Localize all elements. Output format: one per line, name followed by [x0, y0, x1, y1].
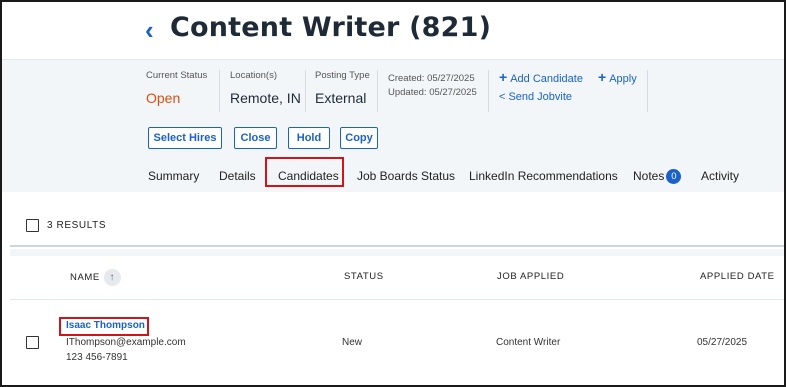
meta-divider — [305, 70, 306, 112]
meta-divider — [377, 70, 378, 112]
column-header-status[interactable]: STATUS — [344, 271, 384, 282]
page-title: Content Writer (821) — [170, 12, 492, 43]
column-header-applied-date[interactable]: APPLIED DATE — [700, 271, 775, 282]
plus-icon: + — [598, 69, 607, 85]
row-checkbox[interactable] — [26, 336, 39, 349]
created-date: Created: 05/27/2025 — [388, 73, 475, 84]
section-gap — [10, 249, 784, 256]
dates-block: Created: 05/27/2025 Updated: 05/27/2025 — [388, 72, 477, 100]
tab-job-boards-status[interactable]: Job Boards Status — [357, 169, 455, 183]
select-hires-button[interactable]: Select Hires — [148, 127, 222, 149]
location: Location(s) Remote, IN — [230, 70, 301, 106]
notes-count-badge: 0 — [666, 169, 682, 185]
current-status-value: Open — [146, 90, 181, 106]
current-status-label: Current Status — [146, 70, 208, 81]
updated-date: Updated: 05/27/2025 — [388, 87, 477, 98]
add-candidate-label: Add Candidate — [510, 73, 583, 85]
add-candidate-link[interactable]: + Add Candidate — [499, 69, 583, 85]
send-jobvite-link[interactable]: < Send Jobvite — [499, 91, 572, 103]
location-value: Remote, IN — [230, 90, 301, 106]
send-jobvite-label: Send Jobvite — [508, 91, 573, 103]
meta-divider — [219, 70, 220, 112]
candidate-status: New — [342, 337, 363, 348]
share-icon: < — [499, 91, 506, 103]
candidate-applied-date: 05/27/2025 — [697, 337, 748, 348]
plus-icon: + — [499, 69, 508, 85]
column-header-job-applied[interactable]: JOB APPLIED — [497, 271, 564, 282]
tab-summary[interactable]: Summary — [148, 169, 199, 183]
copy-button[interactable]: Copy — [340, 127, 378, 149]
meta-divider — [647, 70, 648, 112]
apply-label: Apply — [609, 73, 637, 85]
apply-link[interactable]: + Apply — [598, 69, 637, 85]
tab-activity[interactable]: Activity — [701, 169, 739, 183]
posting-type-label: Posting Type — [315, 70, 370, 81]
tab-linkedin-recommendations[interactable]: LinkedIn Recommendations — [469, 169, 618, 183]
posting-type-value: External — [315, 90, 367, 106]
job-info-panel: Current Status Open Location(s) Remote, … — [2, 59, 784, 192]
current-status: Current Status Open — [146, 70, 207, 106]
hold-button[interactable]: Hold — [288, 127, 330, 149]
location-label: Location(s) — [230, 70, 277, 81]
results-count: 3 RESULTS — [47, 220, 107, 231]
candidate-name-highlight — [59, 317, 149, 336]
select-all-checkbox[interactable] — [26, 219, 39, 232]
chevron-left-icon[interactable]: ‹ — [145, 15, 167, 45]
header-divider — [10, 299, 784, 300]
tab-notes[interactable]: Notes 0 — [633, 169, 682, 185]
close-button[interactable]: Close — [234, 127, 277, 149]
candidate-job-applied: Content Writer — [496, 337, 561, 348]
column-header-name-label: NAME — [70, 272, 100, 284]
meta-divider — [488, 70, 489, 112]
sort-arrow-up-icon[interactable]: ↑ — [103, 269, 121, 286]
tab-bar: Summary Details Candidates Job Boards St… — [2, 161, 784, 193]
column-header-name[interactable]: NAME ↑ — [70, 269, 121, 286]
candidate-phone: 123 456-7891 — [66, 352, 128, 363]
page-frame: ‹ Content Writer (821) Current Status Op… — [0, 0, 786, 387]
candidate-email: IThompson@example.com — [66, 337, 186, 348]
results-bar: 3 RESULTS — [10, 205, 784, 247]
candidates-tab-highlight — [265, 157, 344, 187]
tab-details[interactable]: Details — [219, 169, 256, 183]
tab-notes-label: Notes — [633, 169, 665, 183]
title-bar: ‹ Content Writer (821) — [2, 2, 784, 59]
posting-type: Posting Type External — [315, 70, 370, 106]
